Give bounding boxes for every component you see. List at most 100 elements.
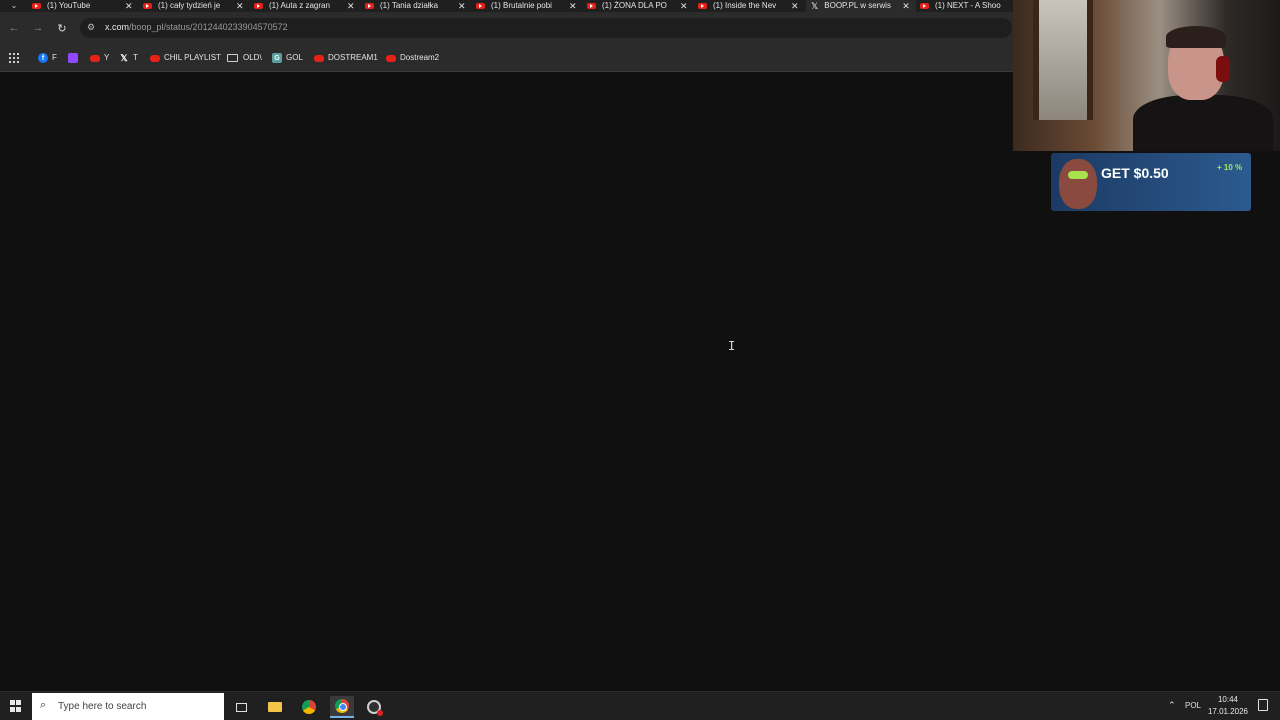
- tab-title: (1) Auta z zagran: [269, 1, 330, 10]
- close-icon[interactable]: ✕: [902, 1, 910, 11]
- youtube-icon: [254, 3, 263, 9]
- youtube-icon: [698, 3, 707, 9]
- obs-button[interactable]: [362, 696, 386, 718]
- youtube-icon: [386, 54, 396, 62]
- browser-tab[interactable]: (1) Inside the Nev ✕: [698, 0, 804, 12]
- headset-icon: [1216, 56, 1230, 82]
- task-view-icon: [235, 702, 247, 712]
- twitch-icon: [68, 53, 78, 63]
- ad-bonus: + 10 %: [1217, 163, 1243, 172]
- close-icon[interactable]: ✕: [569, 1, 577, 11]
- tab-title: (1) Inside the Nev: [713, 1, 777, 10]
- browser-tab[interactable]: (1) cały tydzień je ✕: [143, 0, 249, 12]
- chevron-down-icon: ⌄: [10, 1, 18, 10]
- bookmark-label: DOSTREAM1: [328, 53, 378, 62]
- clock[interactable]: 10:44 17.01.2026: [1206, 694, 1250, 718]
- browser-tab[interactable]: (1) NEXT - A Shoo: [920, 0, 1012, 12]
- bookmark-item[interactable]: CHIL PLAYLIST: [150, 51, 221, 65]
- browser-tab[interactable]: (1) Auta z zagran ✕: [254, 0, 360, 12]
- bookmark-label: GOL: [286, 53, 303, 62]
- bookmark-item[interactable]: f F: [38, 51, 57, 65]
- ad-banner[interactable]: GET $0.50 + 10 %: [1051, 153, 1251, 211]
- facebook-icon: f: [38, 53, 48, 63]
- file-explorer-button[interactable]: [263, 696, 287, 718]
- youtube-icon: [314, 54, 324, 62]
- bookmark-folder[interactable]: OLD\: [227, 51, 262, 65]
- close-icon[interactable]: ✕: [791, 1, 799, 11]
- close-icon[interactable]: ✕: [680, 1, 688, 11]
- youtube-icon: [476, 3, 485, 9]
- bookmark-label: CHIL PLAYLIST: [164, 53, 221, 62]
- apps-grid-icon[interactable]: [9, 53, 19, 63]
- chrome-icon: [302, 700, 316, 714]
- url-path: /boop_pl/status/2012440233904570572: [129, 22, 288, 32]
- address-bar[interactable]: ⚙ x.com/boop_pl/status/20124402339045705…: [80, 18, 1012, 38]
- chrome-button[interactable]: [330, 696, 354, 718]
- close-icon[interactable]: ✕: [347, 1, 355, 11]
- tab-title: BOOP.PL w serwis: [824, 1, 891, 10]
- bookmark-item[interactable]: [68, 51, 82, 65]
- x-icon: 𝕏: [120, 52, 128, 63]
- bookmark-label: T: [133, 53, 138, 62]
- reload-button[interactable]: ↻: [54, 20, 70, 36]
- browser-tab[interactable]: (1) ŻONA DLA PO ✕: [587, 0, 693, 12]
- windows-taskbar: ⌕ Type here to search ⌃ POL 10:44 17.01.…: [0, 691, 1280, 720]
- site-settings-icon[interactable]: ⚙: [87, 22, 95, 33]
- chrome-profile-button[interactable]: [297, 696, 321, 718]
- chevron-up-icon[interactable]: ⌃: [1168, 700, 1176, 711]
- browser-tab[interactable]: (1) YouTube ✕: [32, 0, 138, 12]
- folder-icon: [268, 702, 282, 712]
- bookmark-item[interactable]: 𝕏 T: [119, 51, 138, 65]
- bookmark-item[interactable]: G GOL: [272, 51, 303, 65]
- taskbar-search-input[interactable]: ⌕ Type here to search: [32, 693, 224, 720]
- obs-icon: [367, 700, 383, 716]
- chrome-icon: [335, 699, 349, 713]
- mascot-image: [1059, 159, 1097, 209]
- bookmark-item[interactable]: Dostream2: [386, 51, 439, 65]
- tab-title: (1) ŻONA DLA PO: [602, 1, 667, 10]
- tab-title: (1) Tania działka: [380, 1, 439, 10]
- bookmark-label: F: [52, 53, 57, 62]
- search-placeholder: Type here to search: [58, 701, 147, 712]
- back-button[interactable]: ←: [6, 20, 22, 36]
- bookmark-item[interactable]: DOSTREAM1: [314, 51, 378, 65]
- bookmark-label: OLD\: [243, 53, 262, 62]
- bookmark-item[interactable]: Y: [90, 51, 109, 65]
- windows-start-button[interactable]: [10, 700, 22, 712]
- bookmark-label: Y: [104, 53, 110, 62]
- close-icon[interactable]: ✕: [236, 1, 244, 11]
- browser-tab[interactable]: (1) Tania działka ✕: [365, 0, 471, 12]
- youtube-icon: [920, 3, 929, 9]
- close-icon[interactable]: ✕: [125, 1, 133, 11]
- arrow-left-icon: ←: [8, 22, 20, 34]
- streamer-body: [1133, 95, 1273, 151]
- tab-title: (1) Brutalnie pobi: [491, 1, 552, 10]
- window-decoration: [1033, 0, 1093, 120]
- search-icon: ⌕: [40, 699, 47, 711]
- youtube-icon: [365, 3, 374, 9]
- url-text: x.com/boop_pl/status/2012440233904570572: [105, 22, 288, 32]
- youtube-icon: [32, 3, 41, 9]
- notification-icon[interactable]: [1258, 699, 1268, 711]
- clock-time: 10:44: [1217, 695, 1239, 704]
- arrow-right-icon: →: [32, 22, 44, 34]
- browser-tab[interactable]: (1) Brutalnie pobi ✕: [476, 0, 582, 12]
- tab-title: (1) YouTube: [47, 1, 91, 10]
- reload-icon: ↻: [57, 22, 67, 35]
- clock-date: 17.01.2026: [1207, 707, 1249, 716]
- bookmark-label: Dostream2: [400, 53, 440, 62]
- browser-tab-active[interactable]: 𝕏 BOOP.PL w serwis ✕: [806, 0, 916, 12]
- language-indicator[interactable]: POL: [1185, 701, 1201, 710]
- tab-title: (1) cały tydzień je: [158, 1, 221, 10]
- ad-headline: GET $0.50: [1101, 165, 1169, 181]
- url-domain: x.com: [105, 22, 130, 32]
- screen: ⌄ (1) YouTube ✕ (1) cały tydzień je ✕ (1…: [0, 0, 1280, 720]
- youtube-icon: [587, 3, 596, 9]
- close-icon[interactable]: ✕: [458, 1, 466, 11]
- webcam-overlay: [1013, 0, 1280, 151]
- tab-search-button[interactable]: ⌄: [4, 0, 24, 12]
- folder-icon: [227, 54, 238, 62]
- task-view-button[interactable]: [229, 696, 253, 718]
- text-cursor-icon: I: [728, 339, 736, 353]
- forward-button[interactable]: →: [30, 20, 46, 36]
